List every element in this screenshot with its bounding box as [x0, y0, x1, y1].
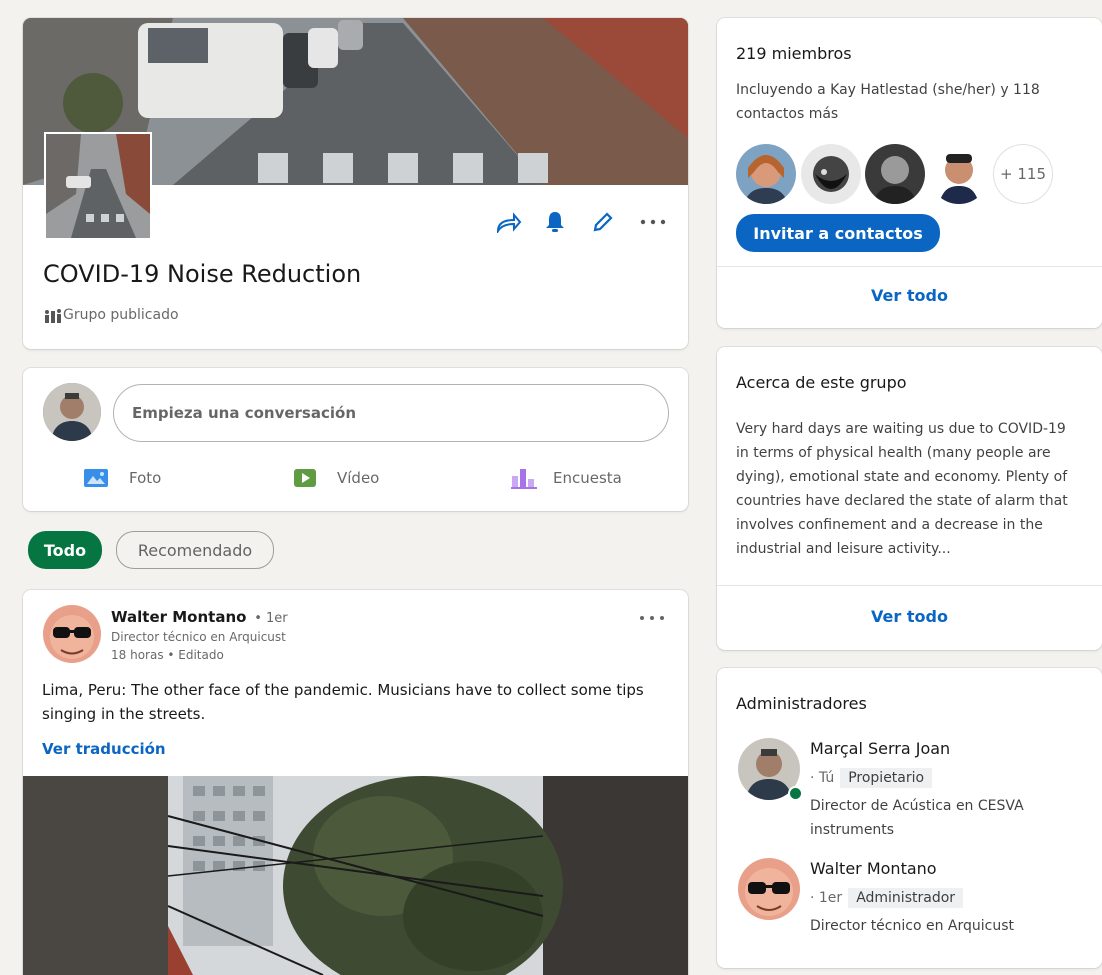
admin-degree: · Tú — [810, 770, 835, 786]
start-conversation-placeholder: Empieza una conversación — [132, 404, 356, 422]
about-see-all-link[interactable]: Ver todo — [717, 607, 1102, 626]
members-divider — [717, 266, 1102, 267]
poll-action-label: Encuesta — [553, 469, 622, 487]
video-action-button[interactable]: Vídeo — [293, 462, 379, 494]
edit-pencil-icon[interactable] — [585, 206, 621, 238]
current-user-avatar — [43, 383, 101, 441]
post-author-avatar[interactable] — [43, 605, 101, 663]
members-card: 219 miembros Incluyendo a Kay Hatlestad … — [717, 18, 1102, 328]
post-timestamp: 18 horas • Editado — [111, 648, 224, 662]
post-image[interactable] — [23, 776, 688, 975]
admin-name[interactable]: Walter Montano — [810, 859, 937, 878]
member-avatar[interactable] — [929, 144, 989, 204]
filter-all-button[interactable]: Todo — [28, 531, 102, 569]
video-action-label: Vídeo — [337, 469, 380, 487]
post-text: Lima, Peru: The other face of the pandem… — [42, 681, 644, 723]
poll-icon — [511, 467, 539, 489]
more-members-count-label: + 115 — [1000, 165, 1046, 183]
photo-icon — [83, 467, 109, 489]
admin-degree: · 1er — [810, 890, 843, 906]
post-author-degree: • 1er — [254, 611, 288, 626]
post-author-name[interactable]: Walter Montano — [111, 608, 246, 626]
admin-meta: · Tú Propietario — [810, 768, 933, 788]
member-avatar[interactable] — [801, 144, 861, 204]
admins-title: Administradores — [736, 694, 867, 713]
admins-card: Administradores Marçal Serra Joan · Tú P… — [717, 668, 1102, 968]
admin-meta: · 1er Administrador — [810, 888, 964, 908]
group-title: COVID-19 Noise Reduction — [43, 260, 362, 288]
more-members-count[interactable]: + 115 — [993, 144, 1053, 204]
invite-contacts-button[interactable]: Invitar a contactos — [736, 214, 940, 252]
see-translation-link[interactable]: Ver traducción — [42, 740, 166, 758]
members-see-all-link[interactable]: Ver todo — [717, 286, 1102, 305]
group-header-card: COVID-19 Noise Reduction Grupo publicado — [23, 18, 688, 349]
admin-role-badge: Propietario — [840, 768, 933, 788]
admin-headline: Director técnico en Arquicust — [810, 918, 1014, 934]
member-avatar[interactable] — [736, 144, 796, 204]
share-icon[interactable] — [491, 206, 527, 238]
members-count: 219 miembros — [736, 44, 852, 63]
poll-action-button[interactable]: Encuesta — [511, 462, 622, 494]
post-more-options-icon[interactable] — [633, 604, 671, 632]
admin-avatar[interactable] — [738, 858, 800, 920]
more-options-icon[interactable] — [635, 206, 671, 238]
post-author-line: Walter Montano • 1er — [111, 608, 288, 626]
post-card: Walter Montano • 1er Director técnico en… — [23, 590, 688, 975]
admin-name[interactable]: Marçal Serra Joan — [810, 739, 950, 758]
admin-role-badge: Administrador — [848, 888, 964, 908]
group-members-icon — [45, 308, 63, 323]
start-conversation-input[interactable]: Empieza una conversación — [113, 384, 669, 442]
admin-avatar[interactable] — [738, 738, 803, 802]
post-composer-card: Empieza una conversación Foto Vídeo Encu… — [23, 368, 688, 511]
online-status-indicator — [788, 786, 803, 801]
about-title: Acerca de este grupo — [736, 373, 907, 392]
bell-icon[interactable] — [537, 206, 573, 238]
about-divider — [717, 585, 1102, 586]
video-icon — [293, 467, 319, 489]
group-type-label: Grupo publicado — [63, 307, 179, 323]
members-including-text: Incluyendo a Kay Hatlestad (she/her) y 1… — [736, 82, 1040, 122]
post-author-headline: Director técnico en Arquicust — [111, 630, 286, 644]
group-type: Grupo publicado — [45, 307, 179, 323]
member-avatar[interactable] — [865, 144, 925, 204]
about-description: Very hard days are waiting us due to COV… — [736, 421, 1068, 557]
photo-action-button[interactable]: Foto — [83, 462, 161, 494]
filter-recommended-button[interactable]: Recomendado — [116, 531, 274, 569]
photo-action-label: Foto — [129, 469, 162, 487]
about-group-card: Acerca de este grupo Very hard days are … — [717, 347, 1102, 650]
admin-headline: Director de Acústica en CESVA instrument… — [810, 798, 1024, 838]
group-logo — [44, 132, 152, 240]
